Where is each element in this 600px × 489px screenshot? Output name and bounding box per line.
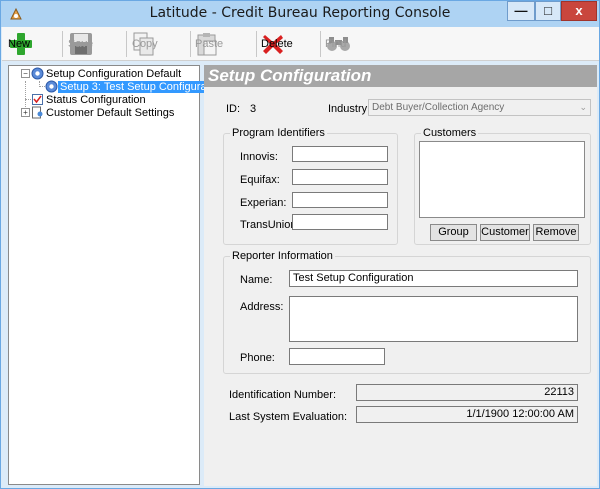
customers-title: Customers — [421, 127, 479, 139]
close-button[interactable]: x — [561, 1, 597, 21]
minimize-button[interactable]: — — [507, 1, 535, 21]
experian-label: Experian: — [240, 197, 287, 209]
checklist-icon — [32, 94, 43, 105]
industry-select-value: Debt Buyer/Collection Agency — [372, 102, 505, 113]
panel-header: Setup Configuration — [204, 65, 597, 87]
copy-button[interactable]: Copy — [132, 29, 158, 59]
maximize-icon: □ — [544, 3, 552, 18]
name-input[interactable]: Test Setup Configuration — [289, 270, 578, 287]
toolbar-separator — [256, 31, 257, 57]
toolbar-separator — [62, 31, 63, 57]
tree-item-label: Setup Configuration Default — [46, 67, 182, 80]
last-system-evaluation-field: 1/1/1900 12:00:00 AM — [356, 406, 578, 423]
id-value: 3 — [250, 103, 257, 115]
toolbar-separator — [320, 31, 321, 57]
transunion-input[interactable] — [292, 214, 388, 230]
paste-label: Paste — [195, 38, 224, 50]
tree-item-label: Customer Default Settings — [46, 106, 175, 119]
tree-item-customer-default-settings[interactable]: Customer Default Settings — [31, 106, 176, 119]
tree-item-setup-3[interactable]: Setup 3: Test Setup Configuration — [45, 80, 227, 93]
innovis-input[interactable] — [292, 146, 388, 162]
remove-button[interactable]: Remove — [533, 224, 579, 241]
identification-number-field: 22113 — [356, 384, 578, 401]
title-bar[interactable]: Latitude - Credit Bureau Reporting Conso… — [1, 1, 599, 27]
transunion-label: TransUnion: — [240, 219, 300, 231]
address-textarea[interactable] — [289, 296, 578, 342]
gear-globe-icon — [45, 80, 58, 93]
customers-list[interactable] — [419, 141, 585, 218]
expand-toggle[interactable]: + — [21, 108, 30, 117]
find-label: Find — [325, 38, 347, 50]
name-label: Name: — [240, 274, 273, 286]
industry-label: Industry: — [328, 103, 371, 115]
minimize-icon: — — [514, 3, 528, 18]
new-button[interactable]: New — [8, 29, 34, 59]
setup-configuration-panel: Setup Configuration ID: 3 Industry: Debt… — [204, 65, 597, 486]
phone-input[interactable] — [289, 348, 385, 365]
group-button[interactable]: Group — [430, 224, 477, 241]
equifax-input[interactable] — [292, 169, 388, 185]
equifax-label: Equifax: — [240, 174, 280, 186]
document-user-icon — [32, 106, 43, 119]
delete-label: Delete — [261, 38, 293, 50]
panel-title: Setup Configuration — [208, 66, 372, 85]
phone-label: Phone: — [240, 352, 275, 364]
address-label: Address: — [240, 301, 284, 313]
paste-button[interactable]: Paste — [195, 29, 223, 59]
maximize-button[interactable]: □ — [535, 1, 561, 21]
reporter-information-title: Reporter Information — [230, 250, 335, 262]
tree-item-label: Setup 3: Test Setup Configuration — [58, 80, 227, 93]
copy-label: Copy — [132, 38, 158, 50]
toolbar-separator — [126, 31, 127, 57]
industry-select[interactable]: Debt Buyer/Collection Agency ⌄ — [368, 99, 591, 116]
save-button[interactable]: Save — [68, 29, 94, 59]
save-label: Save — [68, 38, 94, 50]
innovis-label: Innovis: — [240, 151, 278, 163]
id-label: ID: — [226, 103, 241, 115]
gear-globe-icon — [31, 67, 44, 80]
tree-item-status-configuration[interactable]: Status Configuration — [31, 93, 148, 106]
tree-item-label: Status Configuration — [46, 93, 146, 106]
find-button[interactable]: Find — [325, 29, 353, 59]
chevron-down-icon: ⌄ — [579, 102, 587, 112]
toolbar-separator — [190, 31, 191, 57]
collapse-toggle[interactable]: − — [21, 69, 30, 78]
toolbar: New Save Copy Paste Delete Find — [2, 27, 599, 61]
experian-input[interactable] — [292, 192, 388, 208]
app-window: Latitude - Credit Bureau Reporting Conso… — [0, 0, 600, 489]
program-identifiers-title: Program Identifiers — [230, 127, 327, 139]
navigation-tree[interactable]: − Setup Configuration Default Setup 3: T… — [8, 65, 227, 485]
delete-button[interactable]: Delete — [261, 29, 293, 59]
tree-item-setup-configuration-default[interactable]: Setup Configuration Default — [31, 67, 183, 80]
close-icon: x — [575, 3, 583, 18]
customer-button[interactable]: Customer — [480, 224, 530, 241]
identification-number-label: Identification Number: — [229, 389, 336, 401]
new-label: New — [8, 38, 31, 50]
last-system-evaluation-label: Last System Evaluation: — [229, 411, 348, 423]
